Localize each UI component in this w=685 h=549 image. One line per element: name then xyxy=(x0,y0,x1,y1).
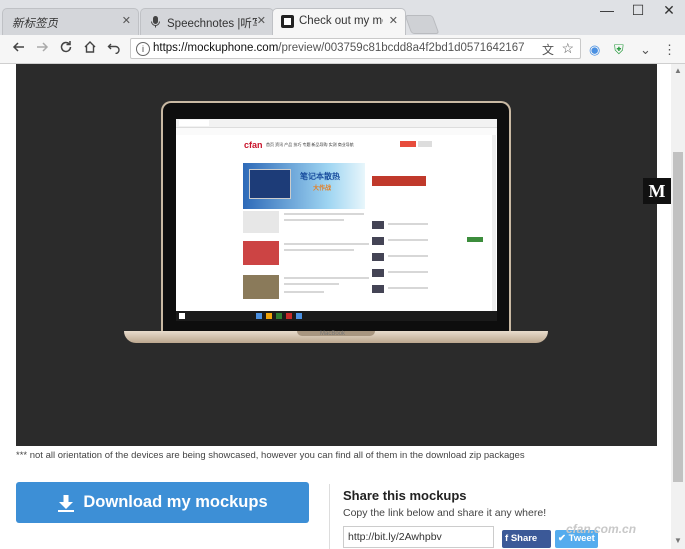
screen-taskbar-icon xyxy=(276,313,282,319)
screen-register-button xyxy=(418,141,432,147)
share-link-input[interactable] xyxy=(343,526,494,548)
tab-strip: 新标签页 ✕ Speechnotes |听写记事本 ✕ Check out my… xyxy=(0,0,685,35)
translate-icon[interactable]: 文 xyxy=(542,41,554,58)
watermark: cfan.com.cn xyxy=(566,522,637,536)
screen-tabbar xyxy=(176,119,497,128)
download-arrow-icon xyxy=(58,494,75,512)
home-icon xyxy=(84,41,96,53)
laptop-screen: cfan 首页 资讯 产品 技巧 专题 新品导购 实测 商业导航 笔记本散热 大… xyxy=(176,119,497,321)
screen-text-line xyxy=(284,283,339,285)
download-label: Download my mockups xyxy=(83,493,268,512)
browser-toolbar: i https://mockuphone.com/preview/003759c… xyxy=(0,35,685,64)
screen-text-line xyxy=(284,243,369,245)
page-scrollbar[interactable]: ▲ ▼ xyxy=(671,64,685,549)
undo-icon xyxy=(107,43,120,55)
screen-taskbar-icon xyxy=(286,313,292,319)
facebook-icon: f xyxy=(505,533,509,544)
scroll-up-arrow-icon[interactable]: ▲ xyxy=(674,66,682,75)
disclaimer-text: *** not all orientation of the devices a… xyxy=(16,450,525,461)
undo-button[interactable] xyxy=(104,40,124,58)
twitter-bird-icon: ✔ xyxy=(558,533,566,544)
screen-banner-laptop xyxy=(249,169,291,199)
screen-thumb xyxy=(243,241,279,265)
url-text: https://mockuphone.com/preview/003759c81… xyxy=(153,42,525,54)
home-button[interactable] xyxy=(80,40,100,58)
tab-label: 新标签页 xyxy=(12,18,58,30)
shield-icon[interactable]: ⛨ xyxy=(614,42,624,58)
screen-tab xyxy=(179,120,209,126)
share-title: Share this mockups xyxy=(343,488,467,503)
reload-icon xyxy=(60,41,72,53)
close-window-button[interactable]: ✕ xyxy=(654,2,684,19)
close-icon[interactable]: ✕ xyxy=(389,14,398,27)
microphone-icon xyxy=(151,16,160,28)
scrollbar-thumb[interactable] xyxy=(673,152,683,482)
screen-login-button xyxy=(400,141,416,147)
screen-text-line xyxy=(284,213,364,215)
tab-speechnotes[interactable]: Speechnotes |听写记事本 ✕ xyxy=(140,8,274,35)
bookmark-star-icon[interactable]: ☆ xyxy=(561,40,574,57)
screen-scrollbar xyxy=(492,135,496,311)
close-icon[interactable]: ✕ xyxy=(122,14,131,27)
back-button[interactable] xyxy=(9,40,29,58)
screen-sidebar-thumb xyxy=(372,253,384,261)
screen-sidebar-thumb xyxy=(372,285,384,293)
screen-text-line xyxy=(388,287,428,289)
screen-banner-title: 笔记本散热 xyxy=(300,172,340,181)
menu-icon[interactable]: ⋮ xyxy=(663,42,676,58)
info-icon[interactable]: i xyxy=(136,42,150,56)
screen-thumb xyxy=(243,275,279,299)
medium-badge[interactable]: M xyxy=(643,178,671,204)
new-tab-button[interactable] xyxy=(404,15,440,34)
section-divider xyxy=(329,484,330,549)
screen-taskbar xyxy=(176,311,497,321)
chevron-double-down-icon[interactable]: ⌄ xyxy=(640,42,651,58)
address-bar[interactable]: i https://mockuphone.com/preview/003759c… xyxy=(130,38,581,59)
screen-text-line xyxy=(284,219,344,221)
tab-label: Check out my mockup o xyxy=(299,15,383,27)
screen-logo: cfan xyxy=(244,140,263,150)
forward-arrow-icon xyxy=(37,42,49,52)
page-content: M cfan 首页 资讯 产品 技巧 专题 新品导购 实测 商业导航 笔记本散热… xyxy=(0,64,671,549)
facebook-share-button[interactable]: f Share xyxy=(502,530,551,548)
screen-taskbar-icon xyxy=(256,313,262,319)
screen-sidebar-header xyxy=(372,176,426,186)
tab-mockup[interactable]: Check out my mockup o ✕ xyxy=(272,8,406,35)
back-arrow-icon xyxy=(12,42,24,52)
screen-banner-subtitle: 大作战 xyxy=(313,186,332,192)
screen-sidebar-thumb xyxy=(372,221,384,229)
tab-new-tab[interactable]: 新标签页 ✕ xyxy=(2,8,139,35)
screen-text-line xyxy=(388,239,428,241)
screen-text-line xyxy=(284,277,369,279)
tab-label: Speechnotes |听写记事本 xyxy=(167,18,257,30)
screen-text-line xyxy=(388,271,428,273)
device-label: MacBook xyxy=(320,331,346,337)
screen-sidebar-thumb xyxy=(372,237,384,245)
maximize-button[interactable]: ☐ xyxy=(623,2,653,19)
screen-thumb xyxy=(243,211,279,233)
screen-text-line xyxy=(388,255,428,257)
screen-text-line xyxy=(388,223,428,225)
screen-taskbar-icon xyxy=(266,313,272,319)
share-subtitle: Copy the link below and share it any whe… xyxy=(343,507,547,519)
screen-text-line xyxy=(284,291,324,293)
screen-start-icon xyxy=(179,313,185,319)
minimize-button[interactable]: — xyxy=(592,2,622,18)
screen-float-tab xyxy=(467,237,483,242)
screen-text-line xyxy=(284,249,354,251)
download-mockups-button[interactable]: Download my mockups xyxy=(16,482,309,523)
close-icon[interactable]: ✕ xyxy=(257,14,266,27)
reload-button[interactable] xyxy=(56,40,76,58)
screen-address-bar xyxy=(176,128,497,135)
screen-taskbar-icon xyxy=(296,313,302,319)
url-path: /preview/003759c81bcdd8a4f2bd1d057164216… xyxy=(278,42,525,54)
extension-circle-icon[interactable]: ◉ xyxy=(589,42,600,58)
screen-sidebar-thumb xyxy=(372,269,384,277)
forward-button[interactable] xyxy=(32,40,52,58)
screen-nav: 首页 资讯 产品 技巧 专题 新品导购 实测 商业导航 xyxy=(266,142,354,147)
facebook-share-label: Share xyxy=(510,533,538,544)
scroll-down-arrow-icon[interactable]: ▼ xyxy=(674,536,682,545)
mockuphone-icon xyxy=(281,15,294,28)
url-host: https://mockuphone.com xyxy=(153,42,279,54)
